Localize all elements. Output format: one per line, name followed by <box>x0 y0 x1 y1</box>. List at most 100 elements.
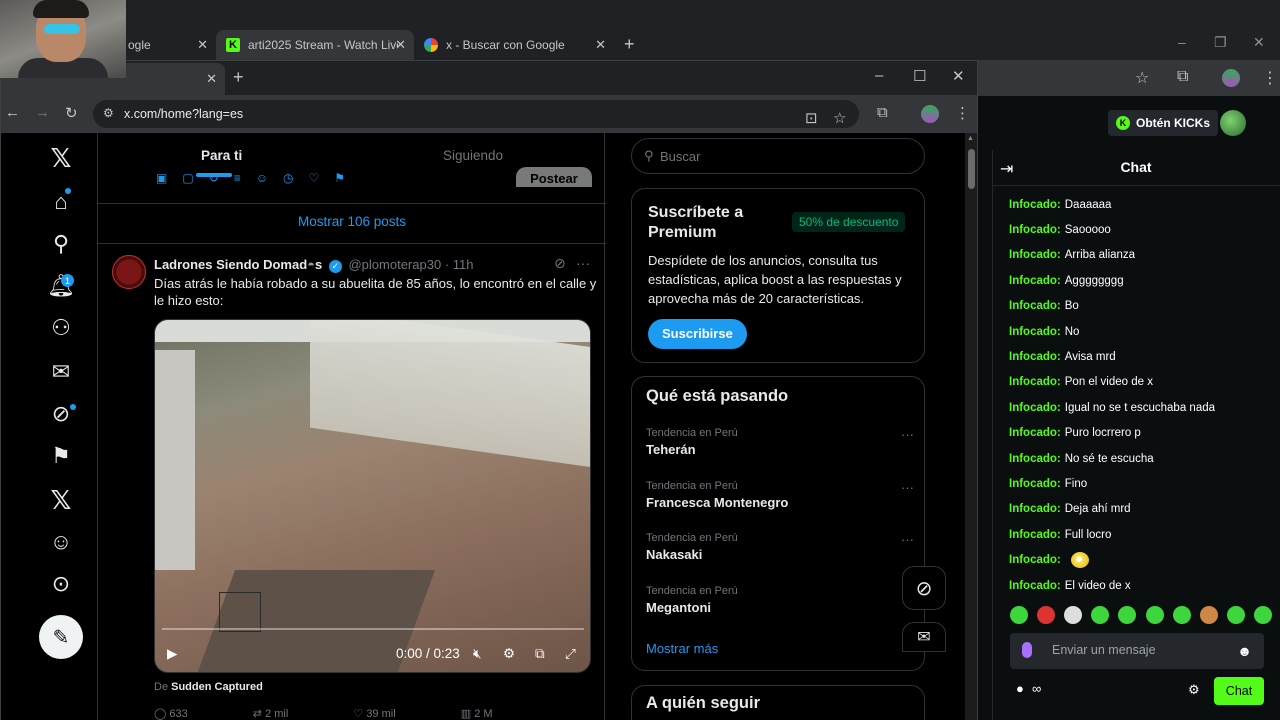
chat-username[interactable]: Infocado: <box>1009 478 1061 490</box>
emote-icon[interactable] <box>1064 606 1083 624</box>
star-icon[interactable]: ☆ <box>1135 68 1149 88</box>
close-icon[interactable]: ✕ <box>197 37 208 53</box>
new-tab-button[interactable]: + <box>233 67 244 88</box>
more-options-icon[interactable]: ··· <box>901 480 914 495</box>
fullscreen-icon[interactable]: ⤢ <box>565 646 576 662</box>
scrollbar-thumb[interactable] <box>968 149 975 189</box>
like-icon[interactable]: ♡ <box>353 708 363 720</box>
chat-message-input[interactable]: Enviar un mensaje ☻ <box>1010 633 1264 669</box>
close-icon[interactable]: ✕ <box>395 37 406 53</box>
maximize-button[interactable]: ☐ <box>913 67 926 85</box>
install-app-icon[interactable]: ⊡ <box>805 109 818 127</box>
messages-icon[interactable]: ✉ <box>47 359 75 385</box>
site-info-icon[interactable]: ⚙ <box>103 106 114 120</box>
more-options-icon[interactable]: ··· <box>901 532 914 547</box>
back-arrow-icon[interactable]: ← <box>5 104 20 121</box>
points-icon[interactable]: ● <box>1016 681 1024 696</box>
emote-icon[interactable] <box>1037 606 1056 624</box>
chat-username[interactable]: Infocado: <box>1009 300 1061 312</box>
emote-icon[interactable] <box>1172 606 1191 624</box>
compose-toolbar-icons[interactable]: ▣▢↻≡☺◷♡⚑ <box>156 171 396 185</box>
premium-x-icon[interactable]: 𝕏 <box>47 485 75 516</box>
chat-username[interactable]: Infocado: <box>1009 529 1061 541</box>
extensions-icon[interactable]: ⧉ <box>1177 68 1188 86</box>
chat-username[interactable]: Infocado: <box>1009 402 1061 414</box>
chat-username[interactable]: Infocado: <box>1009 249 1061 261</box>
x-logo-icon[interactable]: 𝕏 <box>47 143 75 174</box>
chat-username[interactable]: Infocado: <box>1009 376 1061 388</box>
home-icon[interactable]: ⌂ <box>47 189 75 215</box>
chat-username[interactable]: Infocado: <box>1009 224 1061 236</box>
more-options-icon[interactable]: ··· <box>901 427 914 442</box>
menu-icon[interactable]: ⋮ <box>1262 68 1278 88</box>
show-more-posts-link[interactable]: Mostrar 106 posts <box>98 214 606 229</box>
trend-item[interactable]: Tendencia en Perú Megantoni ··· <box>646 585 916 615</box>
tweet-time[interactable]: · 11h <box>445 257 474 272</box>
tab-google[interactable]: ogle ✕ <box>112 30 216 60</box>
grok-explain-icon[interactable]: ⊘ <box>554 255 566 272</box>
maximize-button[interactable]: ❐ <box>1214 34 1227 51</box>
tweet-video[interactable]: ▶ 0:00 / 0:23 🔇︎ ⚙ ⧉ ⤢ <box>154 319 591 673</box>
minimize-button[interactable]: – <box>875 67 883 84</box>
chat-username[interactable]: Infocado: <box>1009 199 1061 211</box>
emote-icon[interactable] <box>1091 606 1110 624</box>
close-window-button[interactable]: ✕ <box>952 67 965 85</box>
close-window-button[interactable]: ✕ <box>1253 34 1265 51</box>
play-icon[interactable]: ▶ <box>167 646 177 662</box>
chat-username[interactable]: Infocado: <box>1009 580 1061 592</box>
tab-google-search[interactable]: x - Buscar con Google ✕ <box>414 30 614 60</box>
emote-icon[interactable] <box>1199 606 1218 624</box>
search-icon[interactable]: ⚲ <box>47 231 75 257</box>
emote-icon[interactable] <box>1010 606 1028 624</box>
follow-icon[interactable]: ⚇ <box>47 315 75 341</box>
profile-avatar[interactable] <box>1222 69 1240 92</box>
show-more-trends-link[interactable]: Mostrar más <box>646 641 718 656</box>
grok-floating-button[interactable]: ⊘ <box>902 566 946 610</box>
send-chat-button[interactable]: Chat <box>1214 677 1264 705</box>
tab-following[interactable]: Siguiendo <box>443 148 503 163</box>
chat-username[interactable]: Infocado: <box>1009 351 1061 363</box>
pip-icon[interactable]: ⧉ <box>535 646 545 662</box>
subscribe-button[interactable]: Suscribirse <box>648 319 747 349</box>
reload-icon[interactable]: ↻ <box>65 104 78 122</box>
source-name[interactable]: Sudden Captured <box>171 681 263 693</box>
close-icon[interactable]: ✕ <box>595 37 606 53</box>
gear-icon[interactable]: ⚙ <box>1188 682 1200 698</box>
close-icon[interactable]: ✕ <box>206 71 217 87</box>
chat-username[interactable]: Infocado: <box>1009 326 1061 338</box>
avatar[interactable] <box>112 255 146 289</box>
trend-item[interactable]: Tendencia en Perú Francesca Montenegro ·… <box>646 480 916 510</box>
emote-icon[interactable] <box>1118 606 1137 624</box>
minimize-button[interactable]: – <box>1178 34 1186 50</box>
emote-icon[interactable] <box>1145 606 1164 624</box>
repost-icon[interactable]: ⇄ <box>253 708 262 720</box>
chat-username[interactable]: Infocado: <box>1009 453 1061 465</box>
bookmarks-icon[interactable]: ⚑ <box>47 443 75 469</box>
tweet[interactable]: Ladrones Siendo Domad◓s ✓ @plomoterap30 … <box>98 245 606 720</box>
profile-icon[interactable]: ☺ <box>47 529 75 555</box>
chat-username[interactable]: Infocado: <box>1009 554 1061 566</box>
reply-icon[interactable]: ◯ <box>154 708 166 720</box>
chat-username[interactable]: Infocado: <box>1009 503 1061 515</box>
extensions-icon[interactable]: ⧉ <box>877 104 888 121</box>
emoji-icon[interactable]: ☻ <box>1237 643 1252 659</box>
menu-icon[interactable]: ⋮ <box>955 104 970 122</box>
scroll-up-icon[interactable]: ▲ <box>967 135 974 142</box>
new-tab-button[interactable]: + <box>624 34 635 55</box>
emote-icon[interactable] <box>1226 606 1245 624</box>
more-options-icon[interactable]: ··· <box>576 255 590 271</box>
more-options-icon[interactable]: ⊙ <box>47 571 75 597</box>
compose-post-button[interactable]: ✎ <box>39 615 83 659</box>
star-icon[interactable]: ☆ <box>833 109 846 127</box>
tab-for-you[interactable]: Para ti <box>201 148 242 163</box>
video-progress-bar[interactable] <box>162 628 584 630</box>
trend-item[interactable]: Tendencia en Perú Teherán ··· <box>646 427 916 457</box>
author-name[interactable]: Ladrones Siendo Domad <box>154 257 307 272</box>
address-bar[interactable]: ⚙ x.com/home?lang=es ⊡ ☆ <box>93 100 859 128</box>
mute-icon[interactable]: 🔇︎ <box>473 646 482 662</box>
search-input[interactable]: ⚲ Buscar <box>631 138 925 174</box>
chat-username[interactable]: Infocado: <box>1009 427 1061 439</box>
chat-username[interactable]: Infocado: <box>1009 275 1061 287</box>
microphone-icon[interactable] <box>1022 642 1032 658</box>
emote-icon[interactable] <box>1253 606 1272 624</box>
